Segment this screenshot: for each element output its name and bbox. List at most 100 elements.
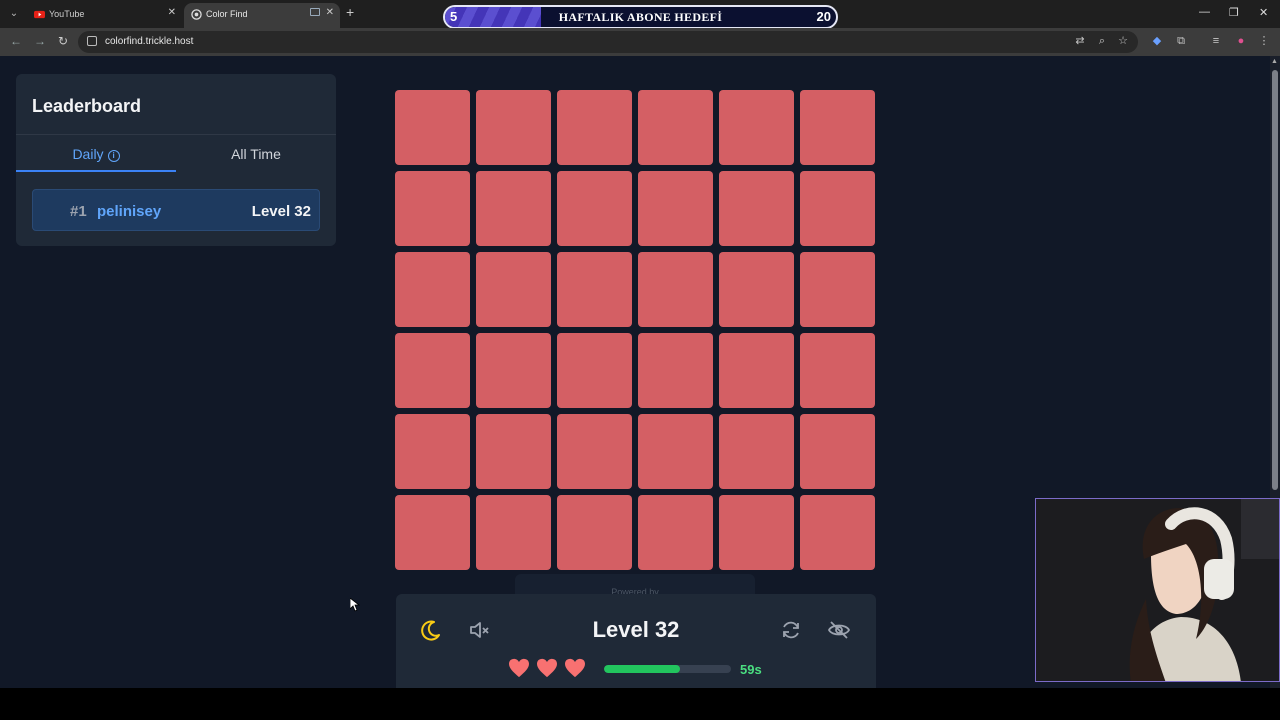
tab-search-chevron-icon[interactable]: ⌄ <box>5 5 23 23</box>
tab-youtube[interactable]: YouTube ✕ <box>27 3 182 28</box>
site-info-icon[interactable] <box>87 36 97 46</box>
color-tile[interactable] <box>557 171 632 246</box>
color-tile[interactable] <box>476 333 551 408</box>
back-arrow-icon[interactable]: ← <box>10 34 22 48</box>
color-find-favicon-icon <box>191 9 202 20</box>
color-tile[interactable] <box>557 333 632 408</box>
tab-title: YouTube <box>49 9 85 19</box>
color-tile[interactable] <box>638 171 713 246</box>
heart-icon <box>537 658 557 678</box>
color-tile[interactable] <box>719 252 794 327</box>
mouse-cursor-icon <box>350 598 360 612</box>
browser-toolbar: ← → ↻ colorfind.trickle.host ⇄ ⌕ ☆ ◆ ⧉ ≡… <box>0 28 1280 56</box>
minimize-icon[interactable]: — <box>1199 6 1210 18</box>
color-tile[interactable] <box>395 495 470 570</box>
color-tile[interactable] <box>476 414 551 489</box>
browser-window: ⌄ YouTube ✕ Color Find ✕ + 5 HAFTALIK AB… <box>0 0 1280 688</box>
streamer-webcam-image <box>1036 499 1279 681</box>
scroll-up-icon[interactable]: ▲ <box>1271 58 1278 65</box>
reload-icon[interactable]: ↻ <box>58 34 68 48</box>
subscriber-goal-overlay: 5 HAFTALIK ABONE HEDEFİ 20 <box>443 5 838 29</box>
media-playing-icon[interactable] <box>310 8 320 16</box>
goal-target: 20 <box>816 9 831 24</box>
color-tile[interactable] <box>557 495 632 570</box>
forward-arrow-icon[interactable]: → <box>34 34 46 48</box>
divider <box>16 134 336 135</box>
entry-name[interactable]: pelinisey <box>97 203 161 220</box>
new-tab-plus-icon[interactable]: + <box>346 4 354 20</box>
reading-list-icon[interactable]: ≡ <box>1210 35 1222 47</box>
color-tile[interactable] <box>476 171 551 246</box>
tab-bar: ⌄ YouTube ✕ Color Find ✕ + 5 HAFTALIK AB… <box>0 0 1280 29</box>
color-tile[interactable] <box>476 495 551 570</box>
heart-icon <box>565 658 585 678</box>
color-tile[interactable] <box>557 252 632 327</box>
profile-avatar-icon[interactable]: ● <box>1235 35 1247 47</box>
color-tile[interactable] <box>395 333 470 408</box>
color-tile[interactable] <box>800 414 875 489</box>
youtube-icon <box>34 10 45 19</box>
leaderboard-title: Leaderboard <box>32 96 142 116</box>
bookmark-star-icon[interactable]: ☆ <box>1117 35 1129 47</box>
leaderboard-panel: Leaderboard Daily i All Time #1 pelinisey… <box>16 74 336 246</box>
level-label: Level 32 <box>592 617 680 642</box>
extensions-puzzle-icon[interactable]: ⧉ <box>1175 35 1187 47</box>
color-tile[interactable] <box>395 90 470 165</box>
translate-icon[interactable]: ⇄ <box>1074 35 1086 47</box>
menu-kebab-icon[interactable]: ⋮ <box>1258 35 1270 47</box>
restart-icon[interactable] <box>779 618 803 642</box>
tab-all-time-label: All Time <box>231 146 281 162</box>
scroll-thumb[interactable] <box>1272 70 1278 490</box>
entry-level: Level 32 <box>251 203 311 220</box>
address-bar[interactable]: colorfind.trickle.host <box>78 31 1138 53</box>
close-window-icon[interactable]: ✕ <box>1259 6 1268 19</box>
color-tile[interactable] <box>800 90 875 165</box>
heart-icon <box>509 658 529 678</box>
color-tile[interactable] <box>719 414 794 489</box>
url-text: colorfind.trickle.host <box>105 36 194 47</box>
entry-rank: #1 <box>70 203 87 220</box>
active-tab-indicator <box>16 170 176 172</box>
info-icon[interactable]: i <box>107 150 120 162</box>
tab-daily-label: Daily <box>72 146 104 162</box>
color-tile[interactable] <box>638 495 713 570</box>
webcam-overlay <box>1035 498 1280 682</box>
timer-text: 59s <box>740 662 762 677</box>
color-tile[interactable] <box>719 333 794 408</box>
color-tile[interactable] <box>638 333 713 408</box>
timer-progress-fill <box>604 665 681 673</box>
game-control-panel: Level 32 59s <box>396 594 876 688</box>
color-tile[interactable] <box>800 252 875 327</box>
eye-off-icon[interactable] <box>827 618 851 642</box>
color-tile[interactable] <box>719 171 794 246</box>
color-tile[interactable] <box>638 414 713 489</box>
goal-title: HAFTALIK ABONE HEDEFİ <box>558 10 723 24</box>
tab-color-find[interactable]: Color Find ✕ <box>184 3 340 28</box>
color-grid <box>395 90 875 570</box>
color-tile[interactable] <box>557 90 632 165</box>
timer-progress-bar <box>604 665 731 673</box>
close-tab-icon[interactable]: ✕ <box>168 7 176 18</box>
zoom-icon[interactable]: ⌕ <box>1096 35 1108 47</box>
color-tile[interactable] <box>395 252 470 327</box>
color-tile[interactable] <box>395 414 470 489</box>
color-tile[interactable] <box>800 495 875 570</box>
color-tile[interactable] <box>395 171 470 246</box>
color-tile[interactable] <box>638 252 713 327</box>
color-tile[interactable] <box>557 414 632 489</box>
powered-by-footer: Powered by <box>515 574 755 596</box>
color-tile[interactable] <box>476 252 551 327</box>
color-tile[interactable] <box>800 333 875 408</box>
tab-title: Color Find <box>206 9 248 19</box>
extension-badge-icon[interactable]: ◆ <box>1151 35 1163 47</box>
color-tile[interactable] <box>719 90 794 165</box>
tab-daily[interactable]: Daily i <box>16 146 176 162</box>
close-tab-icon[interactable]: ✕ <box>326 7 334 18</box>
color-tile[interactable] <box>638 90 713 165</box>
color-tile[interactable] <box>800 171 875 246</box>
color-tile[interactable] <box>476 90 551 165</box>
tab-all-time[interactable]: All Time <box>176 146 336 162</box>
color-tile[interactable] <box>719 495 794 570</box>
lives-hearts <box>508 658 592 683</box>
restore-icon[interactable]: ❐ <box>1229 6 1239 19</box>
